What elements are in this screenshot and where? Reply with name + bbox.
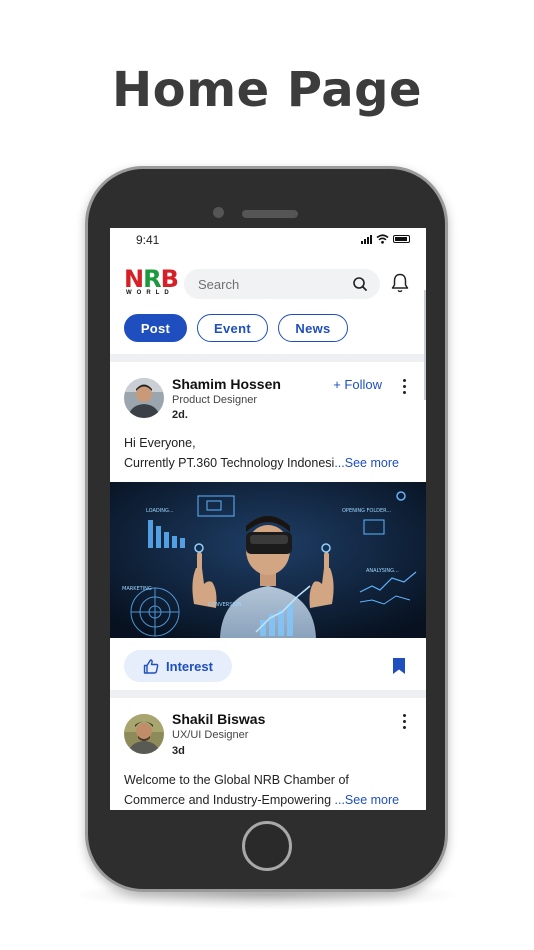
signal-icon	[361, 234, 372, 244]
search-icon[interactable]	[352, 276, 368, 292]
image-caption-marketing: MARKETING	[122, 586, 152, 592]
app-screen: 9:41 NRB WORLD Search Post Event News Sh…	[110, 228, 426, 810]
front-camera	[213, 207, 224, 218]
avatar[interactable]	[124, 378, 164, 418]
more-options-icon[interactable]	[402, 714, 406, 730]
tab-event[interactable]: Event	[197, 314, 268, 342]
interest-label: Interest	[166, 658, 213, 674]
post-divider	[110, 690, 426, 698]
search-placeholder: Search	[198, 276, 240, 292]
post-text: Welcome to the Global NRB Chamber of Com…	[124, 773, 400, 807]
search-input[interactable]: Search	[184, 269, 380, 299]
avatar[interactable]	[124, 714, 164, 754]
nrb-world-logo[interactable]: NRB WORLD	[124, 266, 179, 300]
page-title: Home Page	[111, 62, 423, 118]
post-text: Hi Everyone, Currently PT.360 Technology…	[124, 436, 399, 470]
feed-tabs: Post Event News	[124, 314, 348, 342]
wifi-icon	[376, 234, 389, 244]
post-author-role: UX/UI Designer	[172, 729, 249, 741]
thumbs-up-icon	[143, 658, 159, 674]
section-divider	[110, 354, 426, 362]
tab-news[interactable]: News	[278, 314, 348, 342]
see-more-link[interactable]: ...See more	[334, 456, 399, 470]
home-button[interactable]	[242, 821, 292, 871]
post-time: 3d	[172, 745, 185, 757]
app-header: NRB WORLD Search	[110, 264, 426, 304]
more-options-icon[interactable]	[402, 379, 406, 395]
post-author-role: Product Designer	[172, 394, 257, 406]
image-caption-loading: LOADING...	[146, 508, 174, 514]
post-author[interactable]: Shakil Biswas	[172, 711, 265, 727]
image-caption-analysing: ANALYSING...	[366, 568, 399, 574]
post-card: Shamim Hossen Product Designer 2d. + Fol…	[110, 362, 426, 688]
see-more-link[interactable]: ...See more	[335, 793, 400, 807]
follow-button[interactable]: + Follow	[333, 377, 382, 392]
notification-bell-icon[interactable]	[390, 272, 410, 294]
image-caption-conversion: CONVERSION	[208, 602, 242, 608]
post-time: 2d.	[172, 409, 188, 421]
interest-button[interactable]: Interest	[124, 650, 232, 682]
status-bar: 9:41	[110, 228, 426, 250]
bookmark-icon[interactable]	[392, 657, 406, 675]
image-caption-opening-folder: OPENING FOLDER...	[342, 508, 392, 514]
tab-post[interactable]: Post	[124, 314, 187, 342]
status-time: 9:41	[136, 233, 160, 247]
post-card: Shakil Biswas UX/UI Designer 3d Welcome …	[110, 698, 426, 810]
speaker-grille	[242, 210, 298, 218]
battery-icon	[393, 235, 410, 243]
post-author[interactable]: Shamim Hossen	[172, 376, 281, 392]
post-image[interactable]: LOADING... OPENING FOLDER... MARKETING C…	[110, 482, 426, 638]
